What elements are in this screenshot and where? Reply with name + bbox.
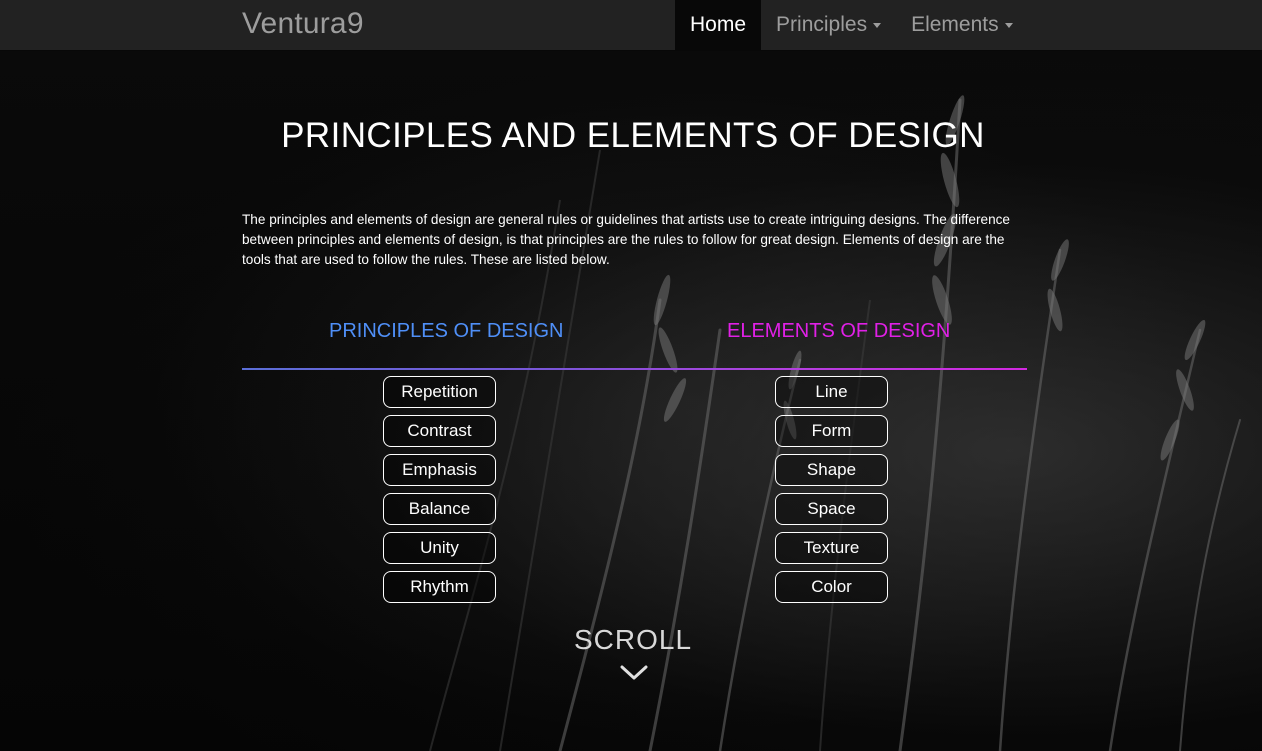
element-button-line[interactable]: Line	[775, 376, 888, 408]
element-button-form[interactable]: Form	[775, 415, 888, 447]
principle-button-contrast[interactable]: Contrast	[383, 415, 496, 447]
elements-list: Line Form Shape Space Texture Color	[775, 376, 888, 603]
principle-button-balance[interactable]: Balance	[383, 493, 496, 525]
element-button-shape[interactable]: Shape	[775, 454, 888, 486]
element-button-color[interactable]: Color	[775, 571, 888, 603]
nav-item-home[interactable]: Home	[675, 0, 762, 50]
principle-button-emphasis[interactable]: Emphasis	[383, 454, 496, 486]
scroll-label: SCROLL	[573, 624, 693, 655]
brand-logo-link[interactable]: Ventura9	[242, 7, 364, 41]
element-button-space[interactable]: Space	[775, 493, 888, 525]
caret-down-icon	[1004, 22, 1013, 28]
page-title: PRINCIPLES AND ELEMENTS OF DESIGN	[281, 116, 985, 155]
principles-list: Repetition Contrast Emphasis Balance Uni…	[383, 376, 496, 603]
principle-button-repetition[interactable]: Repetition	[383, 376, 496, 408]
nav-menu: Home Principles Elements	[675, 0, 1028, 50]
nav-item-principles-dropdown[interactable]: Principles	[761, 0, 896, 50]
chevron-down-icon[interactable]	[620, 664, 648, 682]
top-navbar: Ventura9 Home Principles Elements	[0, 0, 1262, 51]
elements-heading: ELEMENTS OF DESIGN	[727, 320, 951, 342]
nav-item-label: Principles	[776, 13, 868, 36]
intro-paragraph: The principles and elements of design ar…	[242, 212, 1010, 267]
nav-item-elements-dropdown[interactable]: Elements	[896, 0, 1028, 50]
element-button-texture[interactable]: Texture	[775, 532, 888, 564]
nav-item-label: Elements	[911, 13, 999, 36]
principle-button-unity[interactable]: Unity	[383, 532, 496, 564]
caret-down-icon	[873, 22, 882, 28]
principle-button-rhythm[interactable]: Rhythm	[383, 571, 496, 603]
nav-item-label: Home	[690, 13, 747, 36]
gradient-divider	[242, 368, 1027, 370]
principles-heading: PRINCIPLES OF DESIGN	[329, 320, 564, 342]
